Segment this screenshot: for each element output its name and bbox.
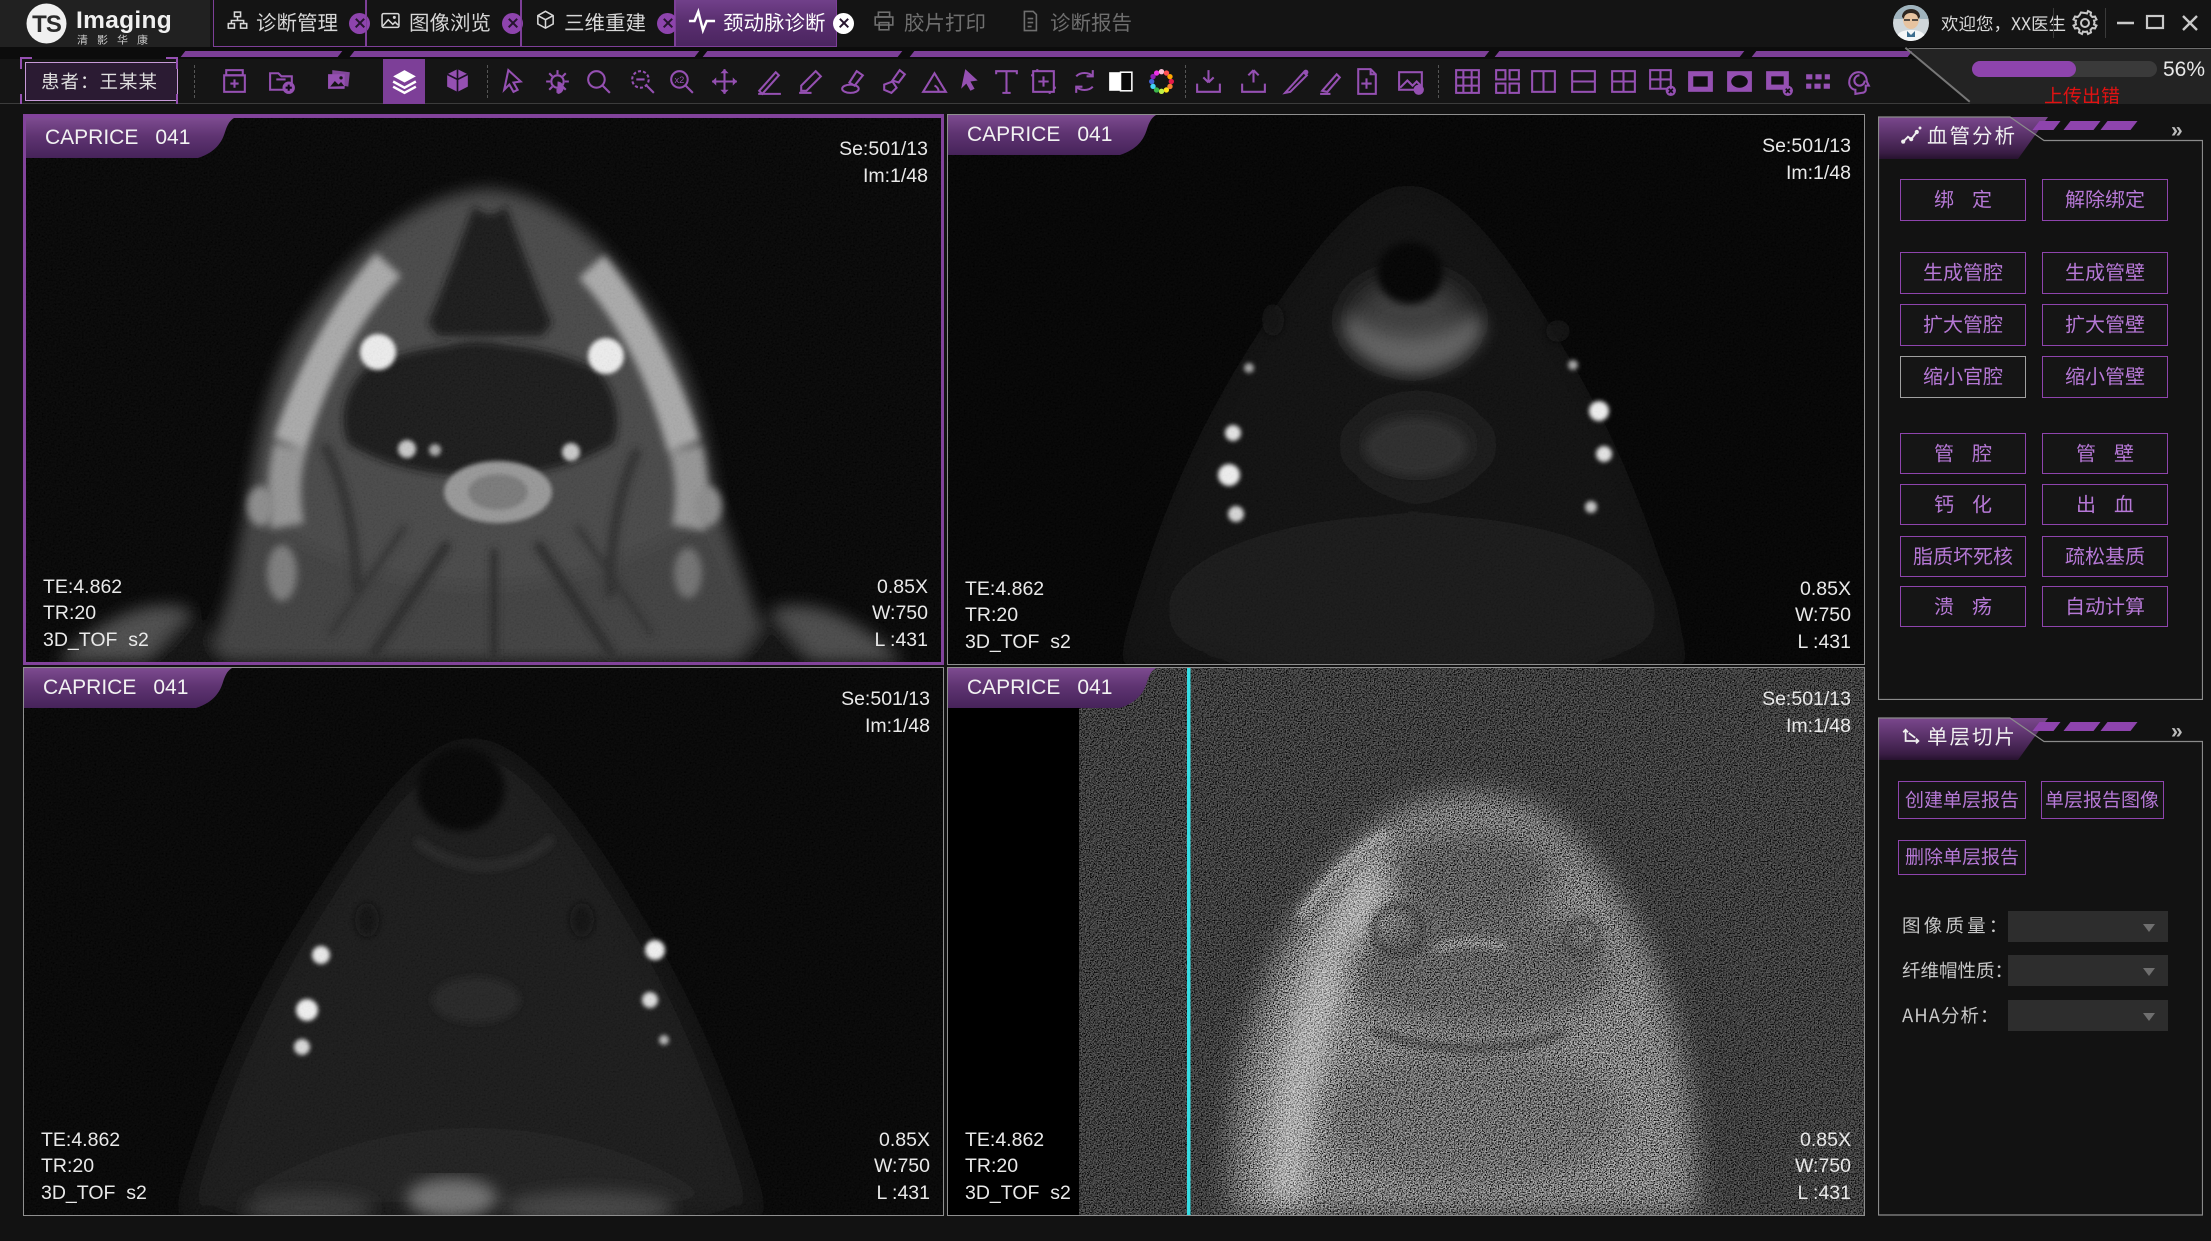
- svg-text:x2: x2: [675, 75, 685, 85]
- svg-text:TS: TS: [32, 11, 62, 38]
